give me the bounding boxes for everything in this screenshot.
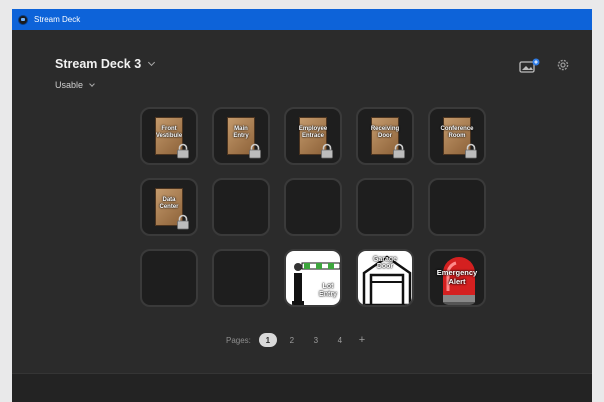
empty-key-slot[interactable] [428,178,486,236]
empty-key-slot[interactable] [212,178,270,236]
padlock-icon [175,214,191,230]
empty-key-slot[interactable] [140,249,198,307]
door-lock-key[interactable]: Front Vestibule [140,107,198,165]
key-label: Front Vestibule [155,126,183,139]
key-grid: Front Vestibule Main Entry Employee Entrace Re… [140,107,486,307]
image-with-badge-icon[interactable] [519,58,541,74]
pages-label: Pages: [226,335,251,345]
page-button[interactable]: 2 [283,333,301,347]
add-page-button[interactable]: + [355,333,369,347]
page-navigation: Pages: 1234 + [226,333,369,347]
device-name: Stream Deck 3 [55,57,142,71]
padlock-icon [463,143,479,159]
padlock-icon [175,143,191,159]
chevron-down-icon [89,80,95,87]
chevron-down-icon [148,58,156,67]
door-lock-key[interactable]: Employee Entrace [284,107,342,165]
empty-key-slot[interactable] [356,178,414,236]
padlock-icon [247,143,263,159]
stream-deck-window: Stream Deck Stream Deck 3 Usable Front Ve… [12,9,592,402]
gear-icon[interactable] [556,58,570,72]
door-lock-key[interactable]: Conference Room [428,107,486,165]
key-label: Lot Entry [319,283,337,298]
key-label: Data Center [159,197,179,210]
stream-deck-app-icon [18,14,28,25]
window-title: Stream Deck [34,15,81,24]
key-label: Garage Door [372,256,398,270]
page-button[interactable]: 3 [307,333,325,347]
key-label: Main Entry [233,126,249,139]
key-label: Conference Room [440,126,474,139]
door-lock-key[interactable]: Main Entry [212,107,270,165]
key-label: Employee Entrace [298,126,328,139]
empty-key-slot[interactable] [284,178,342,236]
key-label: Receiving Door [370,126,400,139]
padlock-icon [319,143,335,159]
profile-name: Usable [55,80,84,90]
device-selector[interactable]: Stream Deck 3 [55,57,156,71]
padlock-icon [391,143,407,159]
gate-key[interactable]: Lot Entry [284,249,342,307]
empty-key-slot[interactable] [212,249,270,307]
page-button[interactable]: 1 [258,333,277,347]
emergency-alert-key[interactable]: Emergency Alert [428,249,486,307]
footer-panel [12,373,592,402]
door-lock-key[interactable]: Data Center [140,178,198,236]
title-bar: Stream Deck [12,9,592,30]
key-label: Emergency Alert [436,268,478,286]
page-button[interactable]: 4 [331,333,349,347]
garage-door-key[interactable]: Garage Door [356,249,414,307]
profile-selector[interactable]: Usable [55,80,95,90]
door-lock-key[interactable]: Receiving Door [356,107,414,165]
